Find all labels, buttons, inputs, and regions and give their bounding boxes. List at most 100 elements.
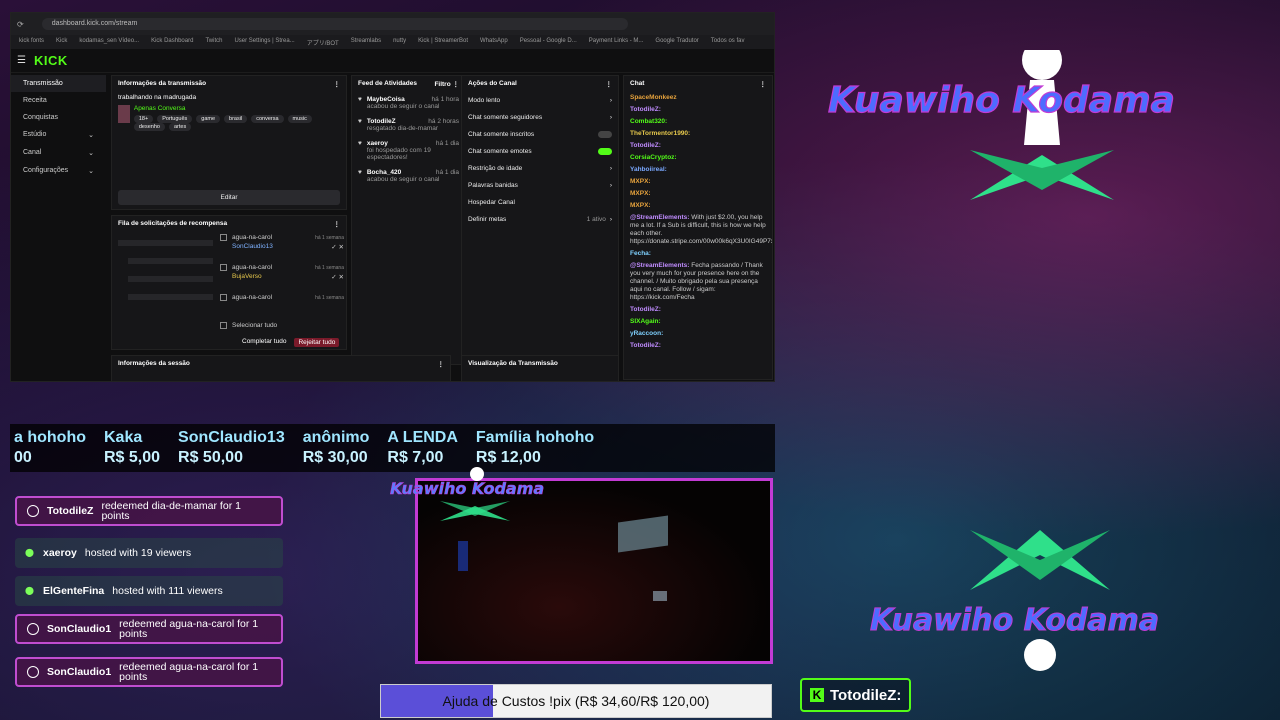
svg-text:Kuawiho Kodama: Kuawiho Kodama [390,479,544,498]
alert-item: SonClaudio1 redeemed agua-na-carol for 1 … [15,657,283,687]
chat-username[interactable]: MXPX: [630,190,651,197]
more-icon[interactable]: ⋮ [334,80,341,88]
redeem-checkbox[interactable] [220,294,227,301]
sidebar-item[interactable]: Conquistas [11,109,106,126]
more-icon[interactable]: ⋮ [334,220,341,228]
chat-username[interactable]: TotodileZ: [630,106,661,113]
redeem-checkbox[interactable] [220,264,227,271]
bookmark-item[interactable]: Payment Links - M... [589,38,644,46]
sidebar-item[interactable]: Canal ⌄ [11,144,106,162]
tag-chip[interactable]: 18+ [133,115,154,123]
feed-user[interactable]: MaybeCoisa [367,96,405,103]
kick-logo[interactable]: KICK [34,53,68,68]
ticker-name: a hohoho [14,429,86,446]
bookmark-item[interactable]: Twitch [205,38,222,46]
chat-username[interactable]: TheTormentor1990: [630,130,690,137]
action-row[interactable]: Chat somente inscritos [462,126,618,143]
more-icon[interactable]: ⋮ [606,80,613,88]
action-row[interactable]: Restrição de idade › [462,160,618,177]
action-control[interactable]: 1 ativo › [587,216,612,223]
chat-username[interactable]: Fecha: [630,250,651,257]
tag-chip[interactable]: game [196,115,221,123]
tag-chip[interactable]: Português [157,115,193,123]
feed-user[interactable]: xaeroy [367,140,388,147]
chat-username[interactable]: MXPX: [630,202,651,209]
bookmark-item[interactable]: User Settings | Strea... [234,38,294,46]
stream-category[interactable]: Apenas Conversa [134,105,340,112]
complete-all-button[interactable]: Completar tudo [242,338,286,347]
bookmark-item[interactable]: Google Tradutor [655,38,698,46]
redeem-user[interactable]: SonClaudio13 [232,243,273,251]
tag-chip[interactable]: music [287,115,312,123]
sidebar-item[interactable]: Receita [11,92,106,109]
action-control[interactable]: › [610,182,612,189]
chat-username[interactable]: CorsiaCryptoz: [630,154,677,161]
chat-username[interactable]: SpaceMonkeez [630,94,677,101]
sidebar-item[interactable]: Estúdio ⌄ [11,126,106,144]
toggle-switch[interactable] [598,148,612,155]
action-control[interactable] [598,148,612,155]
sidebar-item[interactable]: Transmissão [11,75,106,92]
chat-username[interactable]: TotodileZ: [630,142,661,149]
close-icon[interactable]: ✕ [337,274,344,281]
ticker-name: A LENDA [387,429,458,446]
feed-item: ♥ xaeroy há 1 dia foi hospedado com 19 espe… [352,136,465,165]
more-icon[interactable]: ⋮ [760,80,767,88]
bookmark-item[interactable]: Kick | StreamerBot [418,38,468,46]
feed-user[interactable]: TotodileZ [367,118,396,125]
reject-all-button[interactable]: Rejeitar tudo [294,338,340,347]
tag-chip[interactable]: conversa [251,115,284,123]
action-row[interactable]: Hospedar Canal [462,194,618,211]
edit-button[interactable]: Editar [118,190,340,205]
chat-username[interactable]: SIXAgain: [630,318,661,325]
toggle-switch[interactable] [598,131,612,138]
action-row[interactable]: Chat somente emotes [462,143,618,160]
sidebar-item[interactable]: Configurações ⌄ [11,162,106,180]
action-row[interactable]: Modo lento › [462,92,618,109]
sidebar-item-label: Transmissão [23,80,63,87]
action-row[interactable]: Definir metas 1 ativo › [462,211,618,228]
action-row[interactable]: Chat somente seguidores › [462,109,618,126]
select-all-checkbox[interactable] [220,322,227,329]
action-control[interactable] [598,131,612,138]
tag-chip[interactable]: artes [168,123,192,131]
bookmark-item[interactable]: WhatsApp [480,38,508,46]
menu-icon[interactable]: ☰ [17,55,26,66]
action-row[interactable]: Palavras banidas › [462,177,618,194]
bookmark-item[interactable]: アプリ/BOT [307,38,339,47]
redeem-checkbox[interactable] [220,234,227,241]
bookmark-item[interactable]: Kick Dashboard [151,38,193,46]
redeem-user[interactable]: BujaVerso [232,273,262,281]
bookmark-item[interactable]: Streamlabs [351,38,381,46]
chat-username[interactable]: @StreamElements: [630,262,689,269]
action-control[interactable]: › [610,97,612,104]
bookmark-item[interactable]: kick fonts [19,38,44,46]
bookmark-item[interactable]: Todos os fav [711,38,745,46]
chat-username[interactable]: yRaccoon: [630,330,663,337]
reload-icon[interactable]: ⟳ [17,20,24,29]
donation-ticker: a hohoho 00 Kaka R$ 5,00 SonClaudio13 R$ 50,0… [10,424,775,472]
bookmark-item[interactable]: kodamas_sen Vídeo... [79,38,139,46]
chat-username[interactable]: Yahboiireal: [630,166,667,173]
chat-username[interactable]: @StreamElements: [630,214,689,221]
tag-chip[interactable]: brasil [224,115,248,123]
action-control[interactable]: › [610,114,612,121]
bookmark-item[interactable]: Pessoal - Google D... [520,38,577,46]
ticker-name: SonClaudio13 [178,429,285,446]
chat-username[interactable]: MXPX: [630,178,651,185]
tag-chip[interactable]: desenho [133,123,165,131]
close-icon[interactable]: ✕ [337,244,344,251]
address-bar[interactable]: dashboard.kick.com/stream [41,18,628,30]
chat-username[interactable]: TotodileZ: [630,342,661,349]
feed-filter[interactable]: Filtro [434,81,450,88]
bookmark-item[interactable]: nutty [393,38,406,46]
feed-user[interactable]: Bocha_420 [367,169,401,176]
bookmark-item[interactable]: Kick [56,38,67,46]
points-icon [27,623,39,635]
more-icon[interactable]: ⋮ [453,81,460,88]
chat-username[interactable]: Combat320: [630,118,667,125]
more-icon[interactable]: ⋮ [438,360,445,368]
action-control[interactable]: › [610,165,612,172]
action-list: Modo lento › Chat somente seguidores › Chat … [462,92,618,228]
chat-username[interactable]: TotodileZ: [630,306,661,313]
